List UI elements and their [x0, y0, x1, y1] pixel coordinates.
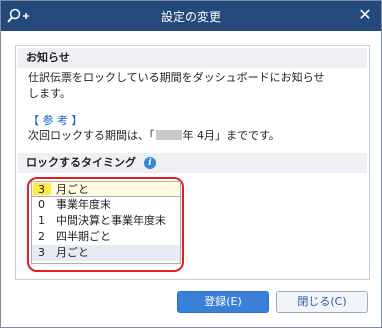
- notice-line-1: 仕訳伝票をロックしている期間をダッシュボードにお知らせ: [28, 71, 325, 84]
- notice-heading: お知らせ: [18, 48, 367, 68]
- dropdown-option[interactable]: 0 事業年度末: [32, 197, 180, 213]
- option-label: 四半期ごと: [56, 230, 111, 243]
- redacted-year: [155, 130, 182, 140]
- option-number: 3: [38, 246, 45, 259]
- lock-timing-heading-label: ロックするタイミング: [26, 156, 136, 169]
- option-label: 事業年度末: [56, 198, 111, 211]
- option-label: 中間決算と事業年度末: [56, 214, 166, 227]
- selected-label: 月ごと: [56, 183, 89, 196]
- dialog-window: 設定の変更 ✕ お知らせ 仕訳伝票をロックしている期間をダッシュボードにお知らせ…: [0, 0, 382, 328]
- notice-line-2: します。: [28, 87, 71, 100]
- next-lock-prefix: 次回ロックする期間は、「: [28, 129, 155, 142]
- title-bar: 設定の変更 ✕: [1, 1, 381, 31]
- next-lock-suffix: 年 4月」までです。: [182, 129, 280, 142]
- selected-number: 3: [38, 183, 45, 196]
- settings-panel: お知らせ 仕訳伝票をロックしている期間をダッシュボードにお知らせ します。 【 …: [15, 45, 370, 280]
- register-button[interactable]: 登録(E): [177, 291, 269, 313]
- window-title: 設定の変更: [160, 10, 221, 24]
- info-icon[interactable]: i: [144, 157, 156, 169]
- dropdown-list: 0 事業年度末 1 中間決算と事業年度末 2 四半期ごと 3 月ごと: [31, 197, 181, 264]
- close-icon[interactable]: ✕: [357, 6, 373, 24]
- dropdown-option[interactable]: 2 四半期ごと: [32, 229, 180, 245]
- option-number: 2: [38, 230, 45, 243]
- close-button[interactable]: 閉じる(C): [276, 291, 368, 313]
- notice-description: 仕訳伝票をロックしている期間をダッシュボードにお知らせ します。: [28, 70, 358, 102]
- dropdown-selected-value[interactable]: 3 月ごと: [31, 181, 181, 197]
- next-lock-period-text: 次回ロックする期間は、「 年 4月」までです。: [28, 127, 280, 143]
- option-number: 1: [38, 214, 45, 227]
- option-number: 0: [38, 198, 45, 211]
- dropdown-option[interactable]: 1 中間決算と事業年度末: [32, 213, 180, 229]
- option-label: 月ごと: [56, 246, 89, 259]
- lock-timing-heading: ロックするタイミング i: [18, 153, 367, 173]
- lock-timing-dropdown[interactable]: 3 月ごと 0 事業年度末 1 中間決算と事業年度末 2 四半期ごと 3 月ごと: [31, 181, 181, 264]
- reference-label: 【 参 考 】: [28, 114, 83, 127]
- dropdown-option-active[interactable]: 3 月ごと: [32, 245, 180, 261]
